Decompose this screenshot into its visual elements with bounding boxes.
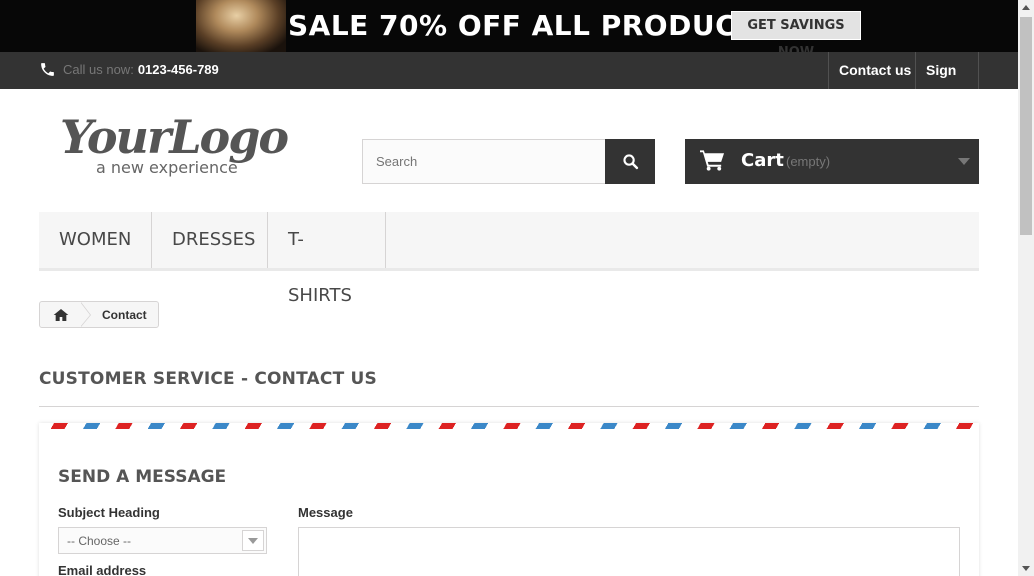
message-textarea[interactable] (298, 527, 960, 576)
contact-form-box: SEND A MESSAGE Subject Heading -- Choose… (39, 423, 979, 576)
search-button[interactable] (605, 139, 655, 184)
breadcrumb: Contact (39, 301, 159, 328)
cart-icon (700, 150, 725, 171)
promo-banner[interactable]: SALE 70% OFF ALL PRODUCTS GET SAVINGS NO… (0, 0, 1018, 52)
message-label: Message (298, 505, 353, 520)
menu-item-dresses[interactable]: DRESSES (152, 212, 268, 268)
get-savings-button[interactable]: GET SAVINGS NOW (731, 11, 861, 52)
home-icon (53, 308, 68, 321)
banner-model-image (196, 0, 286, 52)
chevron-down-icon (958, 158, 970, 165)
subject-heading-select[interactable]: -- Choose -- (58, 527, 267, 554)
scroll-thumb[interactable] (1020, 17, 1032, 235)
cart-status: (empty) (786, 154, 831, 169)
top-nav-bar: Call us now: 0123-456-789 Contact us Sig… (0, 52, 1018, 114)
cart-button[interactable]: Cart (empty) (685, 139, 979, 184)
page-scrollbar[interactable] (1018, 0, 1034, 576)
logo-tagline: a new experience (96, 158, 238, 177)
phone-icon (41, 63, 54, 76)
logo-main-text: YourLogo (60, 110, 289, 164)
email-label: Email address (58, 563, 147, 576)
airmail-stripes (39, 423, 979, 429)
main-menu: WOMEN DRESSES T-SHIRTS (39, 212, 979, 306)
breadcrumb-current: Contact (102, 308, 147, 322)
site-logo[interactable]: YourLogo a new experience (60, 110, 300, 180)
subject-heading-value: -- Choose -- (67, 534, 132, 548)
breadcrumb-home[interactable] (40, 302, 81, 327)
phone-prefix: Call us now: (63, 62, 134, 77)
cart-label: Cart (741, 150, 784, 171)
heading-divider (39, 406, 979, 407)
contact-us-link[interactable]: Contact us (828, 52, 921, 89)
phone-number: 0123-456-789 (137, 62, 219, 77)
chevron-down-icon (242, 530, 264, 551)
menu-item-tshirts[interactable]: T-SHIRTS (268, 212, 386, 306)
subject-heading-label: Subject Heading (58, 505, 160, 520)
menu-item-women[interactable]: WOMEN (39, 212, 152, 268)
breadcrumb-separator-inner (80, 302, 90, 327)
banner-text: SALE 70% OFF ALL PRODUCTS (288, 9, 777, 42)
sign-in-link[interactable]: Sign in (915, 52, 979, 114)
page-title: CUSTOMER SERVICE - CONTACT US (39, 369, 377, 389)
scroll-up-icon[interactable] (1022, 5, 1030, 10)
search-input[interactable] (362, 139, 606, 184)
scroll-down-icon[interactable] (1022, 566, 1030, 571)
form-title: SEND A MESSAGE (58, 467, 227, 487)
search-icon (622, 154, 638, 170)
phone-info: Call us now: 0123-456-789 (39, 61, 219, 78)
